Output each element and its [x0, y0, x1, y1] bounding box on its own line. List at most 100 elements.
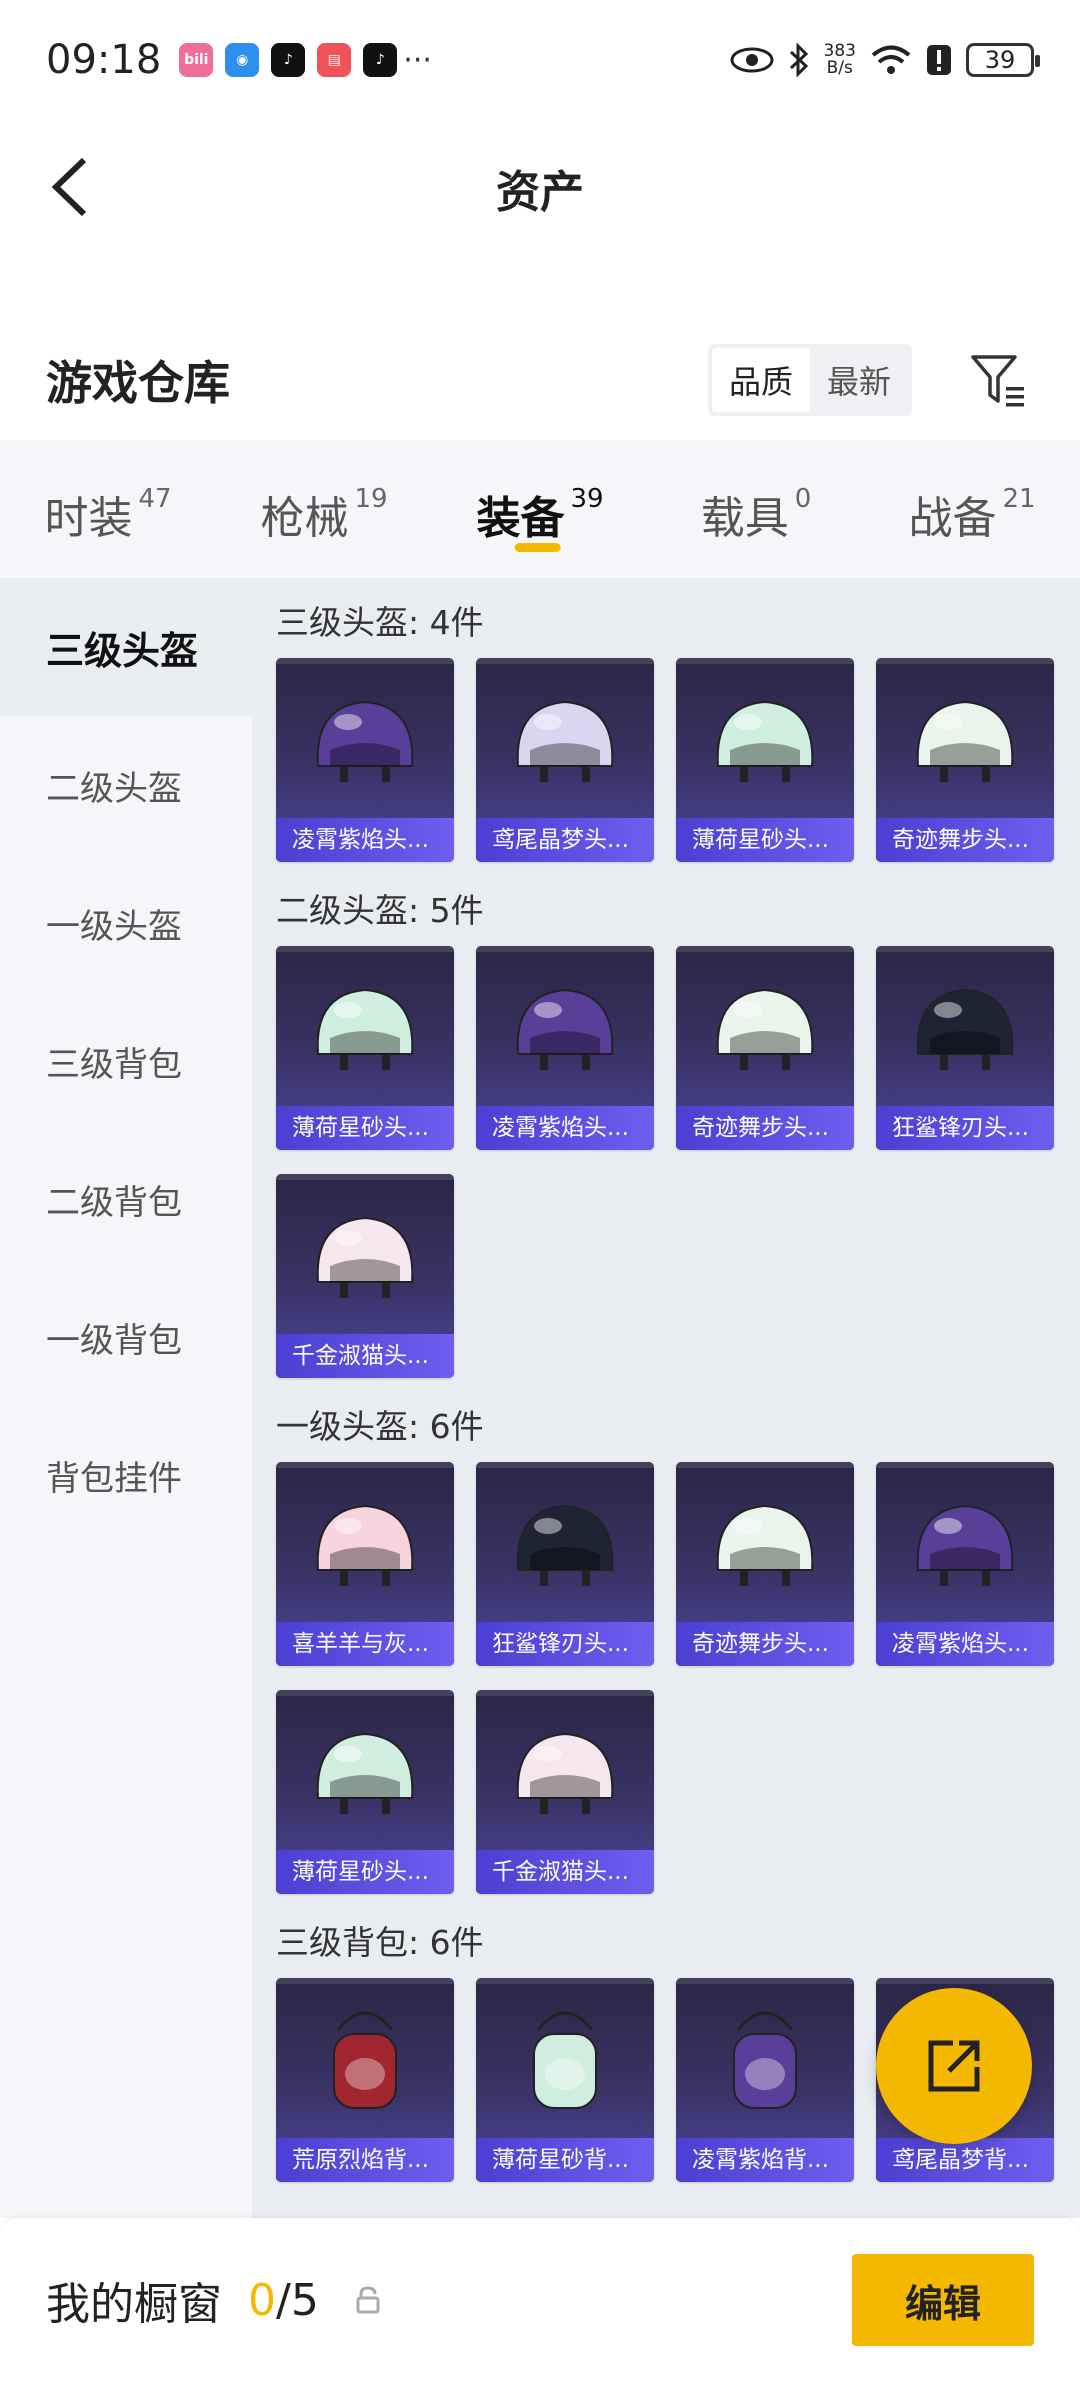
- navigation-bar: 资产: [0, 120, 1080, 255]
- item-name: 薄荷星砂头...: [276, 1850, 454, 1894]
- category-tabs: 时装 47 枪械 19 装备 39 载具 0 战备 21: [0, 440, 1080, 578]
- sort-by-newest[interactable]: 最新: [810, 348, 908, 412]
- active-tab-indicator: [514, 543, 561, 552]
- card-highlight: [876, 1462, 1054, 1468]
- filter-icon: [971, 355, 1024, 407]
- item-card[interactable]: 奇迹舞步头...: [876, 658, 1054, 862]
- filter-button[interactable]: [964, 345, 1034, 415]
- item-name: 狂鲨锋刃头...: [876, 1106, 1054, 1150]
- item-card[interactable]: 薄荷星砂头...: [676, 658, 854, 862]
- helmet-image: [716, 700, 814, 782]
- sidebar-item[interactable]: 三级头盔: [0, 578, 252, 716]
- item-card[interactable]: 千金淑猫头...: [276, 1174, 454, 1378]
- item-name: 千金淑猫头...: [276, 1334, 454, 1378]
- item-card[interactable]: 凌霄紫焰头...: [876, 1462, 1054, 1666]
- card-highlight: [676, 1462, 854, 1468]
- tab-count: 0: [794, 484, 812, 514]
- share-button[interactable]: [876, 1988, 1032, 2144]
- card-highlight: [676, 946, 854, 952]
- sort-toggle: 品质 最新: [708, 344, 912, 416]
- share-icon: [928, 2040, 980, 2092]
- tab-1[interactable]: 枪械 19: [216, 464, 432, 554]
- item-card[interactable]: 奇迹舞步头...: [676, 1462, 854, 1666]
- tab-label: 战备: [908, 493, 997, 544]
- card-highlight: [276, 1978, 454, 1984]
- item-card[interactable]: 薄荷星砂头...: [276, 1690, 454, 1894]
- item-card[interactable]: 狂鲨锋刃头...: [876, 946, 1054, 1150]
- helmet-image: [916, 988, 1014, 1070]
- sidebar-item[interactable]: 三级背包: [0, 992, 252, 1130]
- card-highlight: [276, 658, 454, 664]
- tab-4[interactable]: 战备 21: [864, 464, 1080, 554]
- section-title: 二级头盔: 5件: [276, 891, 484, 930]
- edit-button[interactable]: 编辑: [852, 2254, 1034, 2346]
- alert-icon: [927, 45, 951, 75]
- item-name: 喜羊羊与灰...: [276, 1622, 454, 1666]
- network-speed: 383 B/s: [824, 43, 856, 77]
- item-name: 奇迹舞步头...: [676, 1106, 854, 1150]
- item-card[interactable]: 狂鲨锋刃头...: [476, 1462, 654, 1666]
- helmet-image: [716, 988, 814, 1070]
- item-card[interactable]: 喜羊羊与灰...: [276, 1462, 454, 1666]
- card-highlight: [876, 658, 1054, 664]
- item-card[interactable]: 奇迹舞步头...: [676, 946, 854, 1150]
- page-title: 资产: [496, 166, 584, 218]
- showcase-label: 我的橱窗: [46, 2279, 222, 2330]
- bluetooth-icon: [789, 43, 808, 77]
- card-highlight: [676, 1978, 854, 1984]
- backpack-image: [733, 2011, 797, 2109]
- item-card[interactable]: 鸢尾晶梦头...: [476, 658, 654, 862]
- item-name: 凌霄紫焰背...: [676, 2138, 854, 2182]
- card-highlight: [676, 658, 854, 664]
- helmet-image: [316, 1504, 414, 1586]
- item-card[interactable]: 凌霄紫焰头...: [276, 658, 454, 862]
- sidebar-item[interactable]: 二级背包: [0, 1130, 252, 1268]
- wifi-icon: [871, 45, 911, 74]
- tab-3[interactable]: 载具 0: [648, 464, 864, 554]
- item-card[interactable]: 荒原烈焰背...: [276, 1978, 454, 2182]
- card-highlight: [276, 1174, 454, 1180]
- showcase-used: 0: [248, 2274, 276, 2326]
- item-name: 薄荷星砂背...: [476, 2138, 654, 2182]
- item-card[interactable]: 薄荷星砂头...: [276, 946, 454, 1150]
- tab-0[interactable]: 时装 47: [0, 464, 216, 554]
- sidebar-item[interactable]: 一级头盔: [0, 854, 252, 992]
- battery-level: 39: [984, 46, 1016, 74]
- item-name: 奇迹舞步头...: [676, 1622, 854, 1666]
- card-highlight: [876, 946, 1054, 952]
- item-grid: 三级头盔: 4件 凌霄紫焰头... 鸢尾晶梦头... 薄荷星砂头... 奇迹舞步头...…: [252, 578, 1080, 2218]
- item-card[interactable]: 凌霄紫焰背...: [676, 1978, 854, 2182]
- card-highlight: [476, 1690, 654, 1696]
- item-name: 鸢尾晶梦头...: [476, 818, 654, 862]
- sidebar-item[interactable]: 背包挂件: [0, 1406, 252, 1544]
- tab-count: 47: [138, 484, 172, 514]
- sort-by-quality[interactable]: 品质: [712, 348, 810, 412]
- sidebar-item[interactable]: 一级背包: [0, 1268, 252, 1406]
- helmet-image: [716, 1504, 814, 1586]
- helmet-image: [516, 1732, 614, 1814]
- browser-icon: ◉: [225, 43, 260, 77]
- chevron-left-icon: [51, 157, 87, 217]
- item-card[interactable]: 薄荷星砂背...: [476, 1978, 654, 2182]
- shopping-icon: ▤: [317, 43, 352, 77]
- card-highlight: [876, 1978, 1054, 1984]
- item-name: 狂鲨锋刃头...: [476, 1622, 654, 1666]
- showcase-count: 0/5: [248, 2275, 319, 2326]
- showcase-bar: 我的橱窗 0/5 编辑: [0, 2218, 1080, 2382]
- item-card[interactable]: 千金淑猫头...: [476, 1690, 654, 1894]
- item-name: 鸢尾晶梦背...: [876, 2138, 1054, 2182]
- tab-2[interactable]: 装备 39: [432, 464, 648, 554]
- battery-indicator: 39: [966, 43, 1040, 77]
- tiktok-icon: ♪: [271, 43, 306, 77]
- card-highlight: [276, 946, 454, 952]
- item-name: 薄荷星砂头...: [676, 818, 854, 862]
- item-name: 千金淑猫头...: [476, 1850, 654, 1894]
- backpack-image: [533, 2011, 597, 2109]
- item-card[interactable]: 凌霄紫焰头...: [476, 946, 654, 1150]
- tab-label: 枪械: [260, 493, 349, 544]
- item-name: 凌霄紫焰头...: [276, 818, 454, 862]
- back-button[interactable]: [40, 152, 100, 222]
- backpack-image: [333, 2011, 397, 2109]
- tab-label: 载具: [700, 493, 789, 544]
- sidebar-item[interactable]: 二级头盔: [0, 716, 252, 854]
